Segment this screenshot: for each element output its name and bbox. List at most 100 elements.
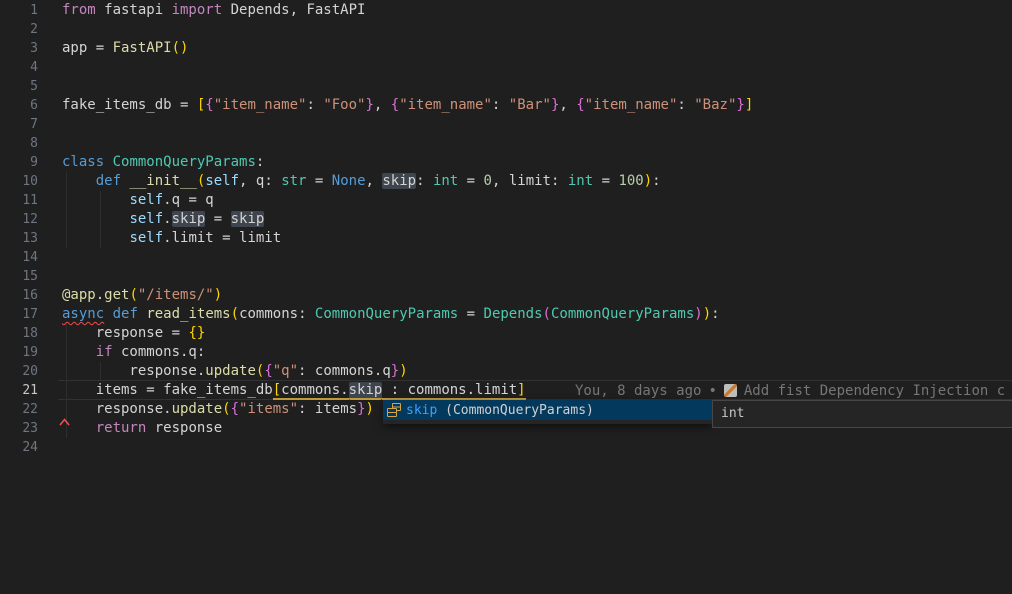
line-number[interactable]: 14 [0, 248, 38, 267]
code-token: = [593, 173, 618, 189]
line-number[interactable]: 18 [0, 324, 38, 343]
code-token: : [677, 97, 694, 113]
line-number[interactable]: 11 [0, 191, 38, 210]
memo-icon [724, 384, 737, 397]
field-icon [386, 402, 402, 418]
code-token: , [374, 97, 391, 113]
code-token: return [96, 420, 147, 436]
code-token: } [357, 401, 365, 417]
code-token: @app.get [62, 287, 129, 303]
code-token: {} [188, 325, 205, 341]
suggest-label: skip [406, 403, 437, 418]
code-editor[interactable]: 1from fastapi import Depends, FastAPI23a… [0, 0, 1012, 594]
code-token: : [306, 97, 323, 113]
code-token: str [281, 173, 306, 189]
code-token: ) [214, 287, 222, 303]
code-line-19[interactable]: 19 if commons.q: [0, 343, 1012, 362]
code-token [62, 230, 129, 246]
code-token: : [492, 97, 509, 113]
code-line-24[interactable]: 24 [0, 438, 1012, 457]
code-line-14[interactable]: 14 [0, 248, 1012, 267]
code-line-6[interactable]: 6fake_items_db = [{"item_name": "Foo"}, … [0, 96, 1012, 115]
blame-message: Add fist Dependency Injection c [744, 383, 1005, 399]
code-token: = [458, 173, 483, 189]
code-line-20[interactable]: 20 response.update({"q": commons.q}) [0, 362, 1012, 381]
line-number[interactable]: 3 [0, 39, 38, 58]
code-token: skip [231, 211, 265, 227]
code-token: None [332, 173, 366, 189]
code-token: { [205, 97, 213, 113]
code-token: commons: [239, 306, 315, 322]
code-token: : [652, 173, 660, 189]
code-line-11[interactable]: 11 self.q = q [0, 191, 1012, 210]
line-number[interactable]: 2 [0, 20, 38, 39]
code-line-13[interactable]: 13 self.limit = limit [0, 229, 1012, 248]
line-number[interactable]: 20 [0, 362, 38, 381]
suggest-docs-text: int [721, 406, 744, 421]
code-token: { [391, 97, 399, 113]
code-line-2[interactable]: 2 [0, 20, 1012, 39]
line-number[interactable]: 23 [0, 419, 38, 438]
line-number[interactable]: 19 [0, 343, 38, 362]
code-token: int [433, 173, 458, 189]
line-number[interactable]: 21 [0, 381, 38, 400]
code-token: self [129, 211, 163, 227]
code-line-15[interactable]: 15 [0, 267, 1012, 286]
code-line-5[interactable]: 5 [0, 77, 1012, 96]
error-squiggle-mark [59, 411, 71, 430]
code-token: , limit: [492, 173, 568, 189]
code-token: fastapi [96, 2, 172, 18]
code-line-3[interactable]: 3app = FastAPI() [0, 39, 1012, 58]
code-token: { [264, 363, 272, 379]
code-token: if [96, 344, 113, 360]
line-number[interactable]: 4 [0, 58, 38, 77]
code-token: "items" [239, 401, 298, 417]
code-line-7[interactable]: 7 [0, 115, 1012, 134]
code-token: : [416, 173, 433, 189]
line-number[interactable]: 15 [0, 267, 38, 286]
code-token [62, 192, 129, 208]
code-token: : items [298, 401, 357, 417]
line-number[interactable]: 17 [0, 305, 38, 324]
code-token: ( [222, 401, 230, 417]
code-token: .q = q [163, 192, 214, 208]
code-token: "/items/" [138, 287, 214, 303]
code-line-17[interactable]: 17async def read_items(commons: CommonQu… [0, 305, 1012, 324]
code-line-9[interactable]: 9class CommonQueryParams: [0, 153, 1012, 172]
code-token: { [576, 97, 584, 113]
line-number[interactable]: 24 [0, 438, 38, 457]
code-token: fake_items_db = [62, 97, 197, 113]
code-token: "item_name" [399, 97, 492, 113]
code-token: self [129, 192, 163, 208]
code-token: commons.q: [113, 344, 206, 360]
code-token: ] [745, 97, 753, 113]
code-line-8[interactable]: 8 [0, 134, 1012, 153]
suggest-item-skip[interactable]: skip (CommonQueryParams) [383, 400, 712, 420]
code-line-4[interactable]: 4 [0, 58, 1012, 77]
line-number[interactable]: 16 [0, 286, 38, 305]
code-token: ) [694, 306, 702, 322]
git-blame-annotation[interactable]: You, 8 days ago•Add fist Dependency Inje… [575, 381, 1005, 400]
code-line-1[interactable]: 1from fastapi import Depends, FastAPI [0, 1, 1012, 20]
code-token: from [62, 2, 96, 18]
line-number[interactable]: 10 [0, 172, 38, 191]
line-number[interactable]: 8 [0, 134, 38, 153]
code-line-10[interactable]: 10 def __init__(self, q: str = None, ski… [0, 172, 1012, 191]
line-number[interactable]: 22 [0, 400, 38, 419]
code-token: , q: [239, 173, 281, 189]
line-number[interactable]: 5 [0, 77, 38, 96]
code-line-18[interactable]: 18 response = {} [0, 324, 1012, 343]
code-token: } [391, 363, 399, 379]
line-number[interactable]: 9 [0, 153, 38, 172]
line-number[interactable]: 7 [0, 115, 38, 134]
line-number[interactable]: 12 [0, 210, 38, 229]
line-number[interactable]: 13 [0, 229, 38, 248]
code-token: response. [62, 363, 205, 379]
line-number[interactable]: 1 [0, 1, 38, 20]
code-line-16[interactable]: 16@app.get("/items/") [0, 286, 1012, 305]
code-token: ) [366, 401, 374, 417]
code-token: } [365, 97, 373, 113]
code-line-12[interactable]: 12 self.skip = skip [0, 210, 1012, 229]
line-number[interactable]: 6 [0, 96, 38, 115]
code-token: 0 [484, 173, 492, 189]
